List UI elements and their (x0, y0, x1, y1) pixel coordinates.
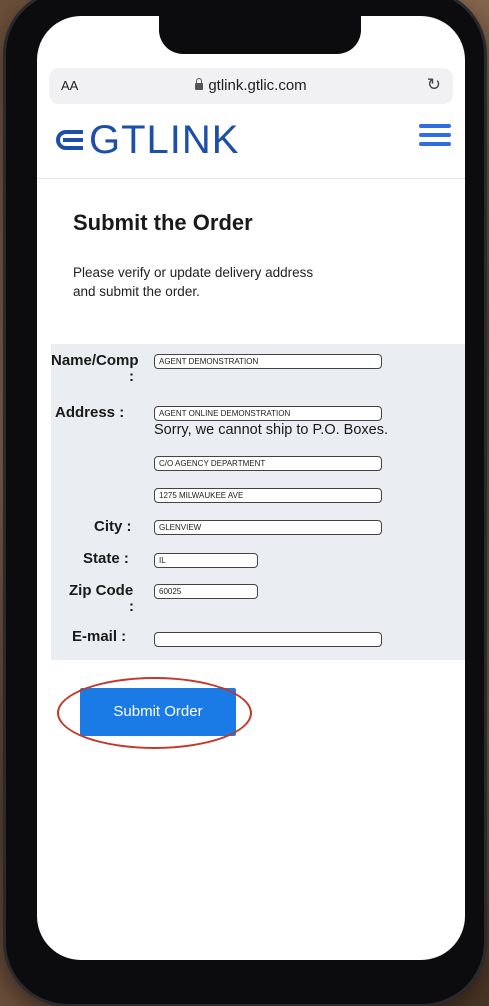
url-text: gtlink.gtlic.com (208, 77, 307, 94)
zip-label-colon: : (129, 598, 134, 615)
address-line3-field[interactable]: 1275 MILWAUKEE AVE (154, 488, 382, 503)
submit-highlight-circle (57, 677, 252, 749)
logo-icon (56, 130, 83, 150)
logo-text[interactable]: GTLINK (89, 118, 239, 163)
site-header: GTLINK (37, 106, 465, 179)
name-label: Name/Comp (51, 352, 139, 369)
hamburger-menu-icon[interactable] (419, 124, 451, 151)
address-label: Address : (55, 404, 125, 421)
email-label: E-mail : (72, 628, 127, 645)
zip-code-label: Zip Code (69, 582, 134, 599)
po-box-note: Sorry, we cannot ship to P.O. Boxes. (154, 422, 388, 438)
page-title: Submit the Order (73, 210, 253, 235)
phone-screen: AA gtlink.gtlic.com ↻ GTLINK Submit the … (37, 16, 465, 960)
instructions-text: Please verify or update delivery address… (73, 265, 314, 299)
name-field[interactable]: AGENT DEMONSTRATION (154, 354, 382, 369)
city-label: City : (94, 518, 132, 535)
reload-icon[interactable]: ↻ (427, 75, 441, 95)
city-field[interactable]: GLENVIEW (154, 520, 382, 535)
phone-notch (159, 16, 361, 54)
email-field[interactable] (154, 632, 382, 647)
address-line1-field[interactable]: AGENT ONLINE DEMONSTRATION (154, 406, 382, 421)
phone-frame: AA gtlink.gtlic.com ↻ GTLINK Submit the … (6, 0, 484, 1004)
url-display[interactable]: gtlink.gtlic.com (49, 77, 453, 94)
zip-code-field[interactable]: 60025 (154, 584, 258, 599)
name-label-colon: : (129, 368, 134, 385)
browser-address-bar[interactable]: AA gtlink.gtlic.com ↻ (49, 68, 453, 104)
state-field[interactable]: IL (154, 553, 258, 568)
lock-icon (195, 78, 204, 90)
state-label: State : (83, 550, 129, 567)
address-line2-field[interactable]: C/O AGENCY DEPARTMENT (154, 456, 382, 471)
